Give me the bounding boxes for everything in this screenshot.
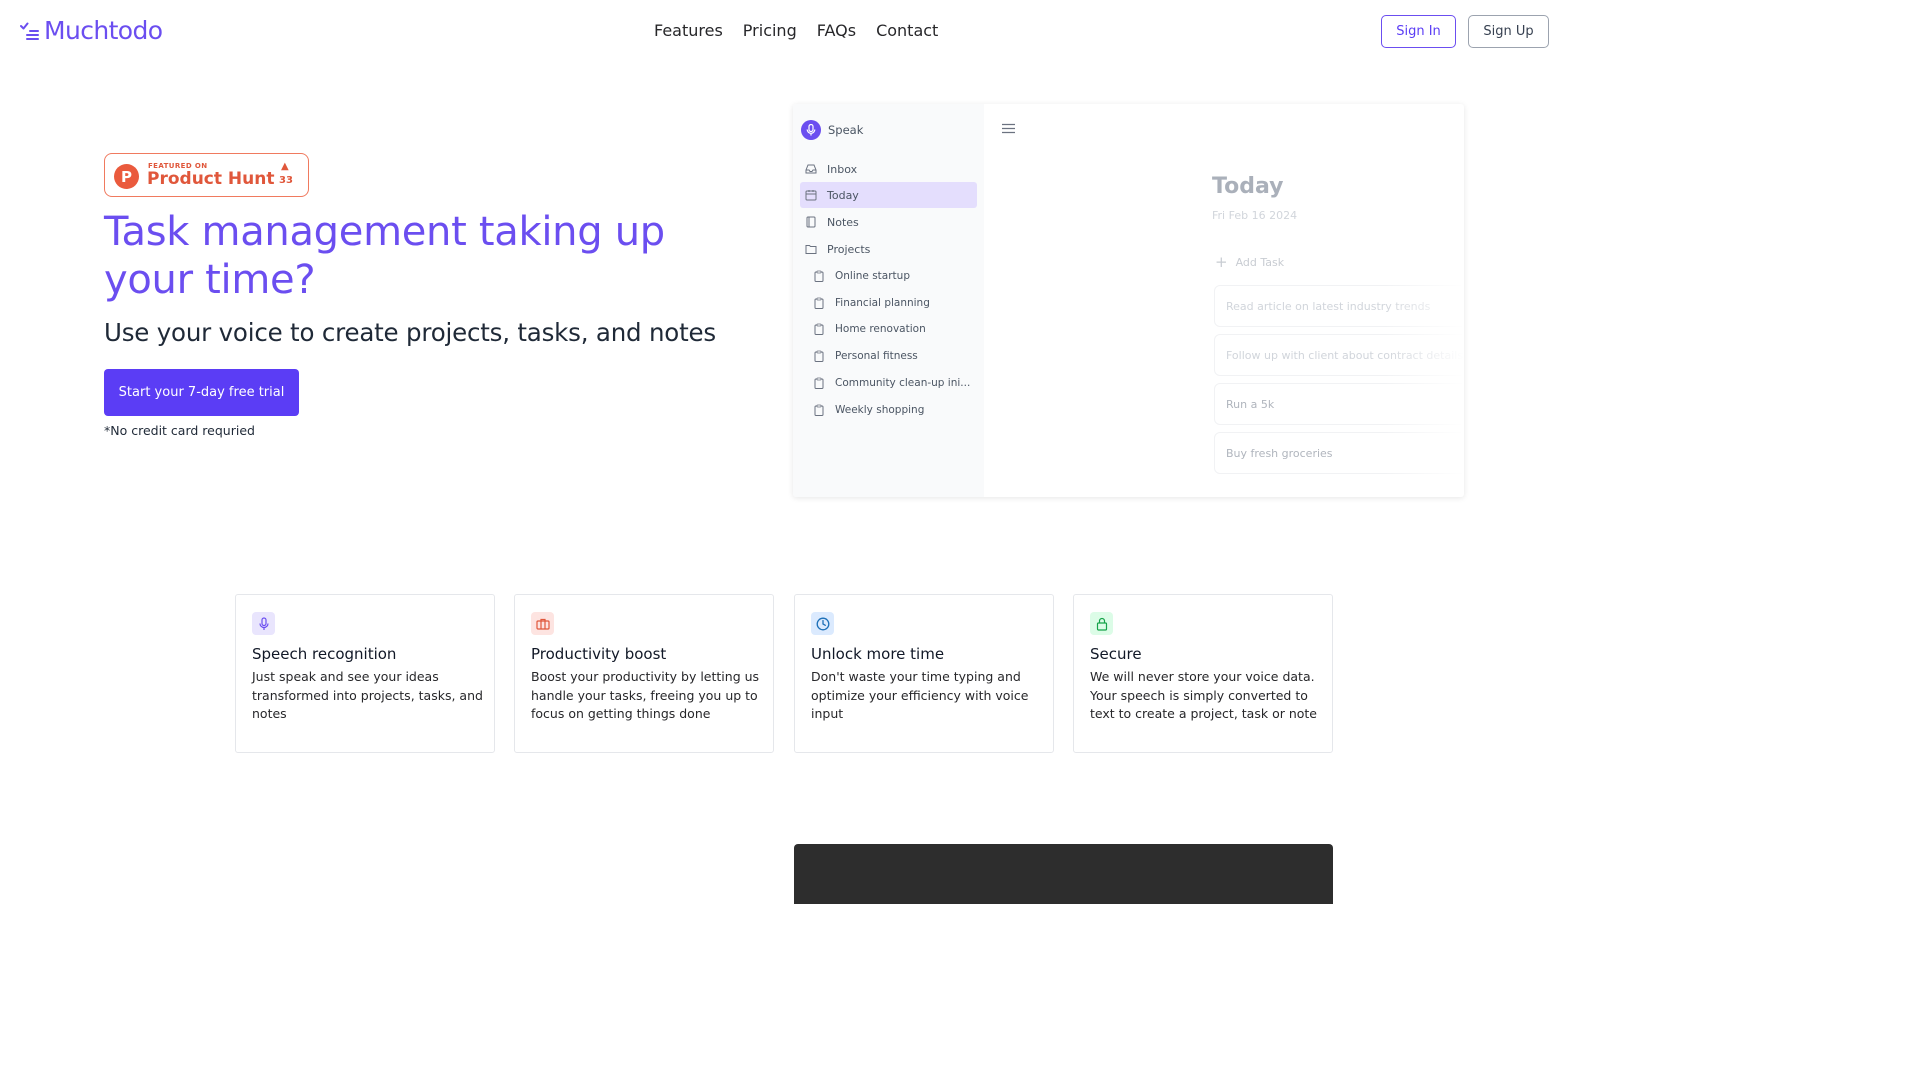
feature-title: Secure <box>1090 645 1142 663</box>
upvote-triangle-icon: ▲ <box>281 161 289 172</box>
task-label: Run a 5k <box>1226 397 1275 411</box>
nav-link-features[interactable]: Features <box>654 21 723 40</box>
folder-icon <box>805 245 817 254</box>
sidebar-item-projects[interactable]: Projects <box>800 236 977 262</box>
sign-up-button[interactable]: Sign Up <box>1468 15 1549 48</box>
sidebar-item-today[interactable]: Today <box>800 182 977 208</box>
speak-label: Speak <box>828 123 864 137</box>
clipboard-icon <box>814 377 824 389</box>
feature-card-speech: Speech recognition Just speak and see yo… <box>235 594 495 753</box>
product-hunt-name: Product Hunt <box>147 169 275 189</box>
feature-description: Don't waste your time typing and optimiz… <box>811 669 1029 721</box>
sign-in-button[interactable]: Sign In <box>1381 15 1456 48</box>
brand-name: Muchtodo <box>44 16 163 45</box>
sidebar-item-label: Today <box>827 188 859 202</box>
feature-card-productivity: Productivity boost Boost your productivi… <box>514 594 774 753</box>
feature-description: Boost your productivity by letting us ha… <box>531 669 760 721</box>
clipboard-icon <box>814 404 824 416</box>
project-label: Personal fitness <box>835 350 918 362</box>
project-item[interactable]: Online startup <box>807 263 977 289</box>
checklist-icon <box>20 22 39 40</box>
briefcase-icon <box>531 612 554 635</box>
feature-card-secure: Secure We will never store your voice da… <box>1073 594 1333 753</box>
task-card[interactable]: Follow up with client about contract det… <box>1214 334 1464 376</box>
brand-logo[interactable]: Muchtodo <box>20 16 163 45</box>
sidebar-item-label: Inbox <box>827 162 858 176</box>
lock-icon <box>1090 612 1113 635</box>
top-nav: Muchtodo Features Pricing FAQs Contact S… <box>0 0 1560 64</box>
project-label: Home renovation <box>835 323 926 335</box>
feature-title: Speech recognition <box>252 645 397 663</box>
nav-link-pricing[interactable]: Pricing <box>743 21 797 40</box>
project-item[interactable]: Personal fitness <box>807 343 977 369</box>
app-sidebar: Speak Inbox Today Notes Projects Online … <box>793 104 984 497</box>
task-label: Buy fresh groceries <box>1226 446 1333 460</box>
add-task-button[interactable]: + Add Task <box>1215 253 1285 271</box>
task-card[interactable]: Run a 5k <box>1214 383 1464 425</box>
feature-title: Unlock more time <box>811 645 945 663</box>
project-label: Online startup <box>835 270 910 282</box>
sidebar-item-label: Notes <box>827 215 859 229</box>
speak-button[interactable]: Speak <box>801 120 863 140</box>
app-preview: Speak Inbox Today Notes Projects Online … <box>793 104 1464 497</box>
sidebar-item-label: Projects <box>827 242 871 256</box>
feature-description: Just speak and see your ideas transforme… <box>252 669 483 721</box>
hero-title: Task management taking up your time? <box>104 209 665 303</box>
task-label: Follow up with client about contract det… <box>1226 348 1464 362</box>
project-item[interactable]: Financial planning <box>807 290 977 316</box>
inbox-icon <box>805 164 817 174</box>
plus-icon: + <box>1215 253 1228 271</box>
project-label: Financial planning <box>835 297 930 309</box>
hamburger-menu-icon[interactable] <box>1002 123 1015 134</box>
today-title: Today <box>1212 174 1284 199</box>
product-hunt-count: 33 <box>279 175 293 186</box>
demo-video-panel <box>794 844 1333 904</box>
product-hunt-badge[interactable]: P FEATURED ON Product Hunt ▲ 33 <box>104 153 309 197</box>
nav-link-faqs[interactable]: FAQs <box>817 21 856 40</box>
feature-description: We will never store your voice data. You… <box>1090 669 1317 721</box>
sidebar-item-notes[interactable]: Notes <box>800 209 977 235</box>
project-label: Community clean-up ini... <box>835 377 971 389</box>
free-trial-button[interactable]: Start your 7-day free trial <box>104 369 299 416</box>
nav-links: Features Pricing FAQs Contact <box>654 21 938 40</box>
clipboard-icon <box>814 350 824 362</box>
project-item[interactable]: Home renovation <box>807 316 977 342</box>
clipboard-icon <box>814 270 824 282</box>
sidebar-item-inbox[interactable]: Inbox <box>800 156 977 182</box>
project-item[interactable]: Community clean-up ini... <box>807 370 977 396</box>
project-item[interactable]: Weekly shopping <box>807 397 977 423</box>
notebook-icon <box>806 216 816 228</box>
calendar-icon <box>805 190 817 201</box>
hero-subtitle: Use your voice to create projects, tasks… <box>104 318 716 347</box>
app-main: Today Fri Feb 16 2024 + Add Task Read ar… <box>984 104 1464 497</box>
product-hunt-logo: P <box>114 164 139 189</box>
today-date: Fri Feb 16 2024 <box>1212 209 1298 222</box>
microphone-icon <box>252 612 275 635</box>
task-card[interactable]: Read article on latest industry trends <box>1214 285 1464 327</box>
task-label: Read article on latest industry trends <box>1226 299 1431 313</box>
clipboard-icon <box>814 323 824 335</box>
feature-title: Productivity boost <box>531 645 667 663</box>
no-credit-card-note: *No credit card requried <box>104 423 255 438</box>
clock-icon <box>811 612 834 635</box>
task-card[interactable]: Buy fresh groceries <box>1214 432 1464 474</box>
clipboard-icon <box>814 297 824 309</box>
add-task-label: Add Task <box>1235 256 1285 269</box>
feature-card-time: Unlock more time Don't waste your time t… <box>794 594 1054 753</box>
project-label: Weekly shopping <box>835 404 925 416</box>
nav-link-contact[interactable]: Contact <box>876 21 938 40</box>
microphone-icon <box>801 120 821 140</box>
